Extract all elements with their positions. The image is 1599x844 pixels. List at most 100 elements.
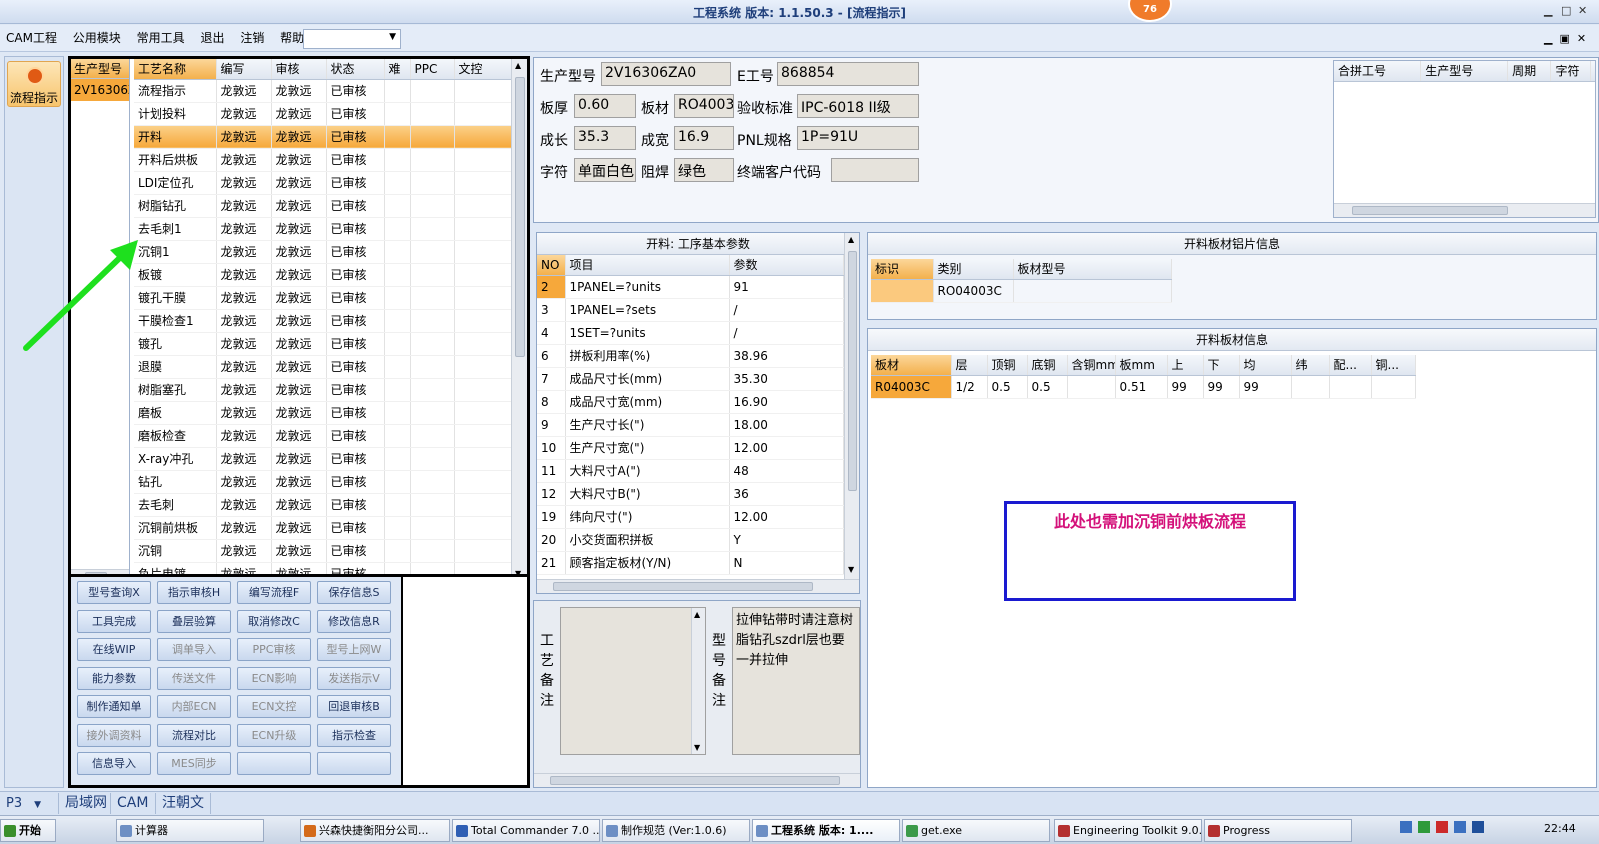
action-button[interactable]: 内部ECN	[157, 695, 231, 718]
table-row[interactable]: 4 1SET=?units /	[537, 321, 844, 345]
action-button[interactable]: 工具完成	[77, 609, 151, 633]
menu-logout[interactable]: 注销	[234, 25, 270, 52]
table-row[interactable]: 19 纬向尺寸(") 12.00	[537, 505, 844, 529]
table-row[interactable]: 8 成品尺寸宽(mm) 16.90	[537, 390, 844, 414]
copper-table-header[interactable]: 类别	[933, 259, 1014, 280]
task-get-exe[interactable]: get.exe	[902, 819, 1050, 842]
table-row[interactable]: 开料后烘板 龙敦远 龙敦远 已审核	[134, 148, 513, 172]
table-row[interactable]: 11 大料尺寸A(") 48	[537, 459, 844, 483]
process-table-header[interactable]: 编写	[216, 59, 272, 80]
scroll-up-icon[interactable]: ▲	[848, 235, 854, 244]
table-cell[interactable]: 0.51	[1115, 375, 1168, 399]
board-table-header[interactable]: 配...	[1329, 355, 1372, 376]
tray-network-icon[interactable]	[1400, 821, 1412, 833]
table-row[interactable]: 退膜 龙敦远 龙敦远 已审核	[134, 355, 513, 379]
table-cell[interactable]: 0.5	[1027, 375, 1068, 399]
action-button[interactable]: 取消修改C	[237, 609, 311, 633]
table-cell[interactable]: RO04003C	[933, 279, 1014, 303]
process-table-header[interactable]: PPC	[410, 59, 455, 80]
table-row[interactable]: 去毛刺 龙敦远 龙敦远 已审核	[134, 493, 513, 517]
params-scrollbar[interactable]: ▲ ▼	[844, 233, 859, 579]
model-list-item[interactable]: 2V16306Z	[71, 79, 129, 101]
menu-tools[interactable]: 常用工具	[131, 25, 191, 52]
remarks-hscrollbar[interactable]	[534, 773, 860, 787]
board-table-header[interactable]: 铜...	[1371, 355, 1416, 376]
action-button[interactable]: MES同步	[157, 752, 231, 775]
board-table-header[interactable]: 底铜	[1027, 355, 1068, 376]
eno-field[interactable]: 868854	[777, 62, 919, 86]
table-cell[interactable]	[1371, 375, 1416, 399]
action-button[interactable]: ECN升级	[237, 723, 311, 747]
board-table-header[interactable]: 含铜mm	[1067, 355, 1116, 376]
merge-table-header[interactable]: 阻焊	[1590, 61, 1595, 82]
table-row[interactable]: 20 小交货面积拼板 Y	[537, 528, 844, 552]
minimize-icon[interactable]: ▁	[1544, 4, 1552, 17]
menu-common-modules[interactable]: 公用模块	[67, 25, 127, 52]
table-row[interactable]: 流程指示 龙敦远 龙敦远 已审核	[134, 79, 513, 103]
params-table-header[interactable]: 项目	[565, 255, 730, 276]
mask-field[interactable]: 绿色	[674, 158, 734, 182]
action-button[interactable]: 信息导入	[77, 752, 151, 775]
merge-table-scrollbar[interactable]	[1334, 203, 1595, 217]
width-field[interactable]: 16.9	[674, 126, 734, 150]
customer-code-field[interactable]	[831, 158, 919, 182]
table-cell[interactable]: 99	[1239, 375, 1292, 399]
tray-bluetooth-icon[interactable]	[1472, 821, 1484, 833]
table-row[interactable]: 干膜检查1 龙敦远 龙敦远 已审核	[134, 309, 513, 333]
board-table-header[interactable]: 顶铜	[987, 355, 1028, 376]
menu-exit[interactable]: 退出	[194, 25, 230, 52]
scroll-up-icon[interactable]: ▲	[515, 61, 521, 70]
table-row[interactable]: 计划投料 龙敦远 龙敦远 已审核	[134, 102, 513, 126]
table-cell[interactable]: R04003C	[871, 375, 952, 399]
action-button[interactable]: 调单导入	[157, 638, 231, 661]
table-row[interactable]: 去毛刺1 龙敦远 龙敦远 已审核	[134, 217, 513, 241]
model-remark-field[interactable]: 拉伸钻带时请注意树脂钻孔szdrl层也要一并拉伸	[732, 607, 860, 755]
mdi-window-buttons[interactable]: ▁ ▣ ✕	[1544, 25, 1586, 52]
action-button[interactable]: 指示审核H	[157, 581, 231, 604]
board-table-header[interactable]: 均	[1239, 355, 1292, 376]
table-row[interactable]: 板镀 龙敦远 龙敦远 已审核	[134, 263, 513, 287]
table-row[interactable]: 镀孔 龙敦远 龙敦远 已审核	[134, 332, 513, 356]
table-row[interactable]: 6 拼板利用率(%) 38.96	[537, 344, 844, 368]
scroll-down-icon[interactable]: ▼	[848, 565, 854, 574]
tray-close-icon[interactable]	[1436, 821, 1448, 833]
table-cell[interactable]	[1329, 375, 1372, 399]
action-button[interactable]	[317, 752, 391, 775]
merge-table-header[interactable]: 字符	[1550, 61, 1591, 82]
table-cell[interactable]	[1291, 375, 1330, 399]
material-field[interactable]: RO4003C	[674, 94, 734, 118]
action-button[interactable]: 流程对比	[157, 723, 231, 747]
action-button[interactable]: PPC审核	[237, 638, 311, 661]
task-engineering-toolkit[interactable]: Engineering Toolkit 9.0...	[1054, 819, 1202, 842]
process-table-header[interactable]: 难	[384, 59, 411, 80]
action-button[interactable]: 接外调资料	[77, 723, 151, 747]
action-button[interactable]	[237, 752, 311, 775]
task-total-commander[interactable]: Total Commander 7.0 ...	[452, 819, 600, 842]
table-row[interactable]: 10 生产尺寸宽(") 12.00	[537, 436, 844, 460]
task-engineering-system[interactable]: 工程系统 版本: 1....	[752, 819, 900, 842]
table-row[interactable]: X-ray冲孔 龙敦远 龙敦远 已审核	[134, 447, 513, 471]
process-table-header[interactable]: 工艺名称	[134, 59, 217, 80]
table-row[interactable]: 磨板检查 龙敦远 龙敦远 已审核	[134, 424, 513, 448]
model-field[interactable]: 2V16306ZA0	[601, 62, 731, 86]
action-button[interactable]: 叠层验算	[157, 609, 231, 633]
params-table-header[interactable]: NO	[537, 255, 566, 276]
process-table-header[interactable]: 审核	[271, 59, 327, 80]
status-tab-lan[interactable]: 局域网	[58, 793, 113, 814]
task-browser[interactable]: 兴森快捷衡阳分公司...	[300, 819, 450, 842]
board-table-header[interactable]: 板材	[871, 355, 952, 376]
status-tab-user[interactable]: 汪朝文	[155, 793, 211, 814]
action-button[interactable]: ECN影响	[237, 666, 311, 690]
action-button[interactable]: 制作通知单	[77, 695, 151, 718]
table-cell[interactable]: 1/2	[951, 375, 988, 399]
menu-cam[interactable]: CAM工程	[0, 25, 63, 52]
table-cell[interactable]: 99	[1203, 375, 1240, 399]
pnl-field[interactable]: 1P=91U	[797, 126, 919, 150]
params-table-header[interactable]: 参数	[729, 255, 844, 276]
process-table-scrollbar[interactable]: ▲ ▼	[511, 59, 527, 583]
merge-table-header[interactable]: 周期	[1507, 61, 1552, 82]
copper-table-header[interactable]: 板材型号	[1013, 259, 1172, 280]
tray-sync-icon[interactable]	[1454, 821, 1466, 833]
task-calculator[interactable]: 计算器	[116, 819, 264, 842]
thickness-field[interactable]: 0.60	[574, 94, 636, 118]
